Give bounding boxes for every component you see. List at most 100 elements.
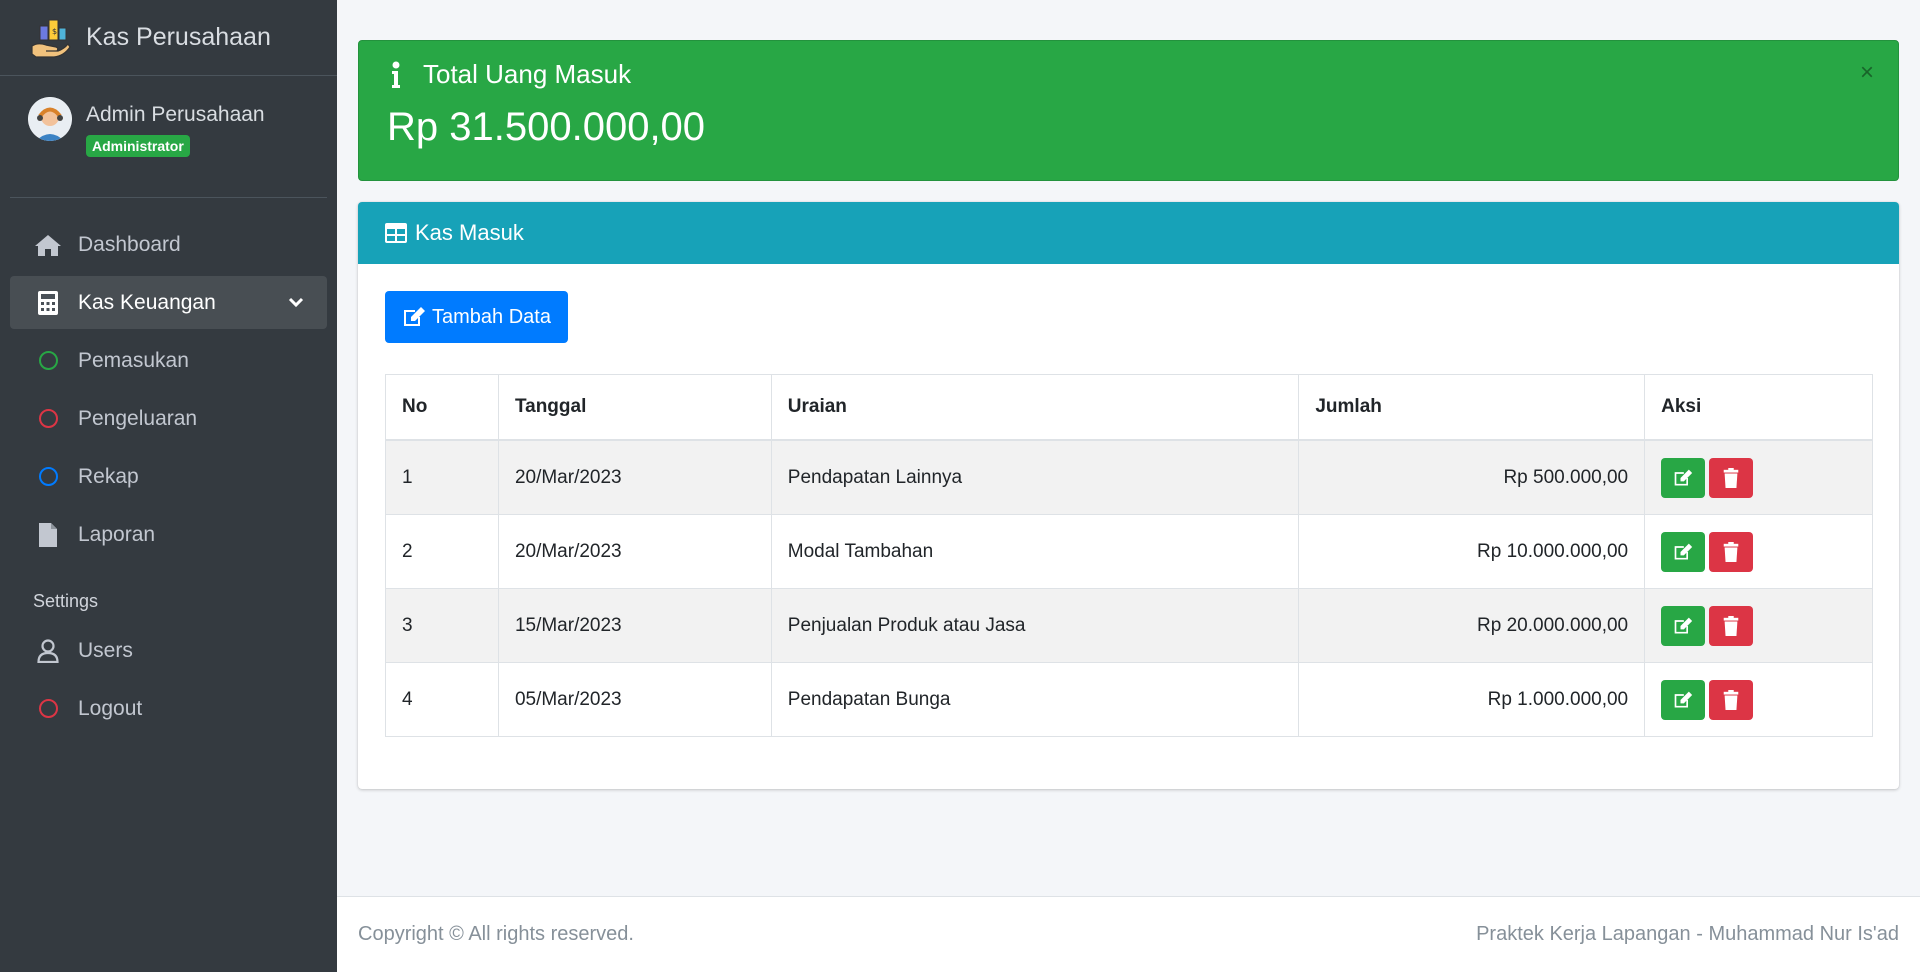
sidebar-item-label: Pengeluaran (78, 406, 198, 430)
column-header: Jumlah (1298, 374, 1646, 441)
sidebar-item-label: Users (78, 638, 133, 662)
sidebar-item-users[interactable]: Users (10, 624, 327, 677)
cell-no: 2 (385, 514, 499, 589)
content-wrapper: Total Uang Masuk Rp 31.500.000,00 × Kas … (337, 0, 1920, 972)
circle-icon (34, 463, 62, 491)
footer-credit: Praktek Kerja Lapangan - Muhammad Nur Is… (1476, 923, 1899, 945)
add-data-label: Tambah Data (432, 305, 551, 328)
cell-aksi (1644, 662, 1873, 737)
circle-icon (34, 405, 62, 433)
alert-title: Total Uang Masuk (423, 59, 632, 89)
card-title: Kas Masuk (415, 220, 524, 245)
card-header: Kas Masuk (358, 202, 1899, 264)
cell-aksi (1644, 588, 1873, 663)
cell-jumlah: Rp 500.000,00 (1298, 439, 1646, 515)
sidebar-item-laporan[interactable]: Laporan (10, 508, 327, 561)
cell-tanggal: 20/Mar/2023 (497, 514, 772, 589)
close-icon[interactable]: × (1860, 59, 1874, 87)
table-row: 4 05/Mar/2023 Pendapatan Bunga Rp 1.000.… (385, 662, 1873, 737)
sidebar-item-pemasukan[interactable]: Pemasukan (10, 334, 327, 387)
delete-button[interactable] (1709, 679, 1754, 720)
cell-uraian: Pendapatan Lainnya (770, 439, 1300, 515)
info-icon (392, 61, 400, 88)
main-footer: Copyright © All rights reserved. Praktek… (337, 896, 1920, 972)
cell-jumlah: Rp 1.000.000,00 (1298, 662, 1646, 737)
cell-aksi (1644, 514, 1873, 589)
add-data-button[interactable]: Tambah Data (385, 291, 568, 343)
edit-icon (1674, 617, 1693, 633)
circle-icon (34, 347, 62, 375)
file-icon (34, 521, 62, 549)
sidebar-item-pengeluaran[interactable]: Pengeluaran (10, 392, 327, 445)
calculator-icon (34, 289, 62, 317)
column-header: Uraian (770, 374, 1300, 441)
column-header: No (385, 374, 499, 441)
cell-no: 1 (385, 439, 499, 515)
sidebar-item-logout[interactable]: Logout (10, 682, 327, 735)
table-row: 2 20/Mar/2023 Modal Tambahan Rp 10.000.0… (385, 514, 1873, 589)
brand-link[interactable]: $ Kas Perusahaan (0, 0, 337, 76)
home-icon (34, 231, 62, 259)
sidebar-item-label: Kas Keuangan (78, 290, 216, 314)
table-icon (385, 223, 407, 243)
cell-tanggal: 20/Mar/2023 (497, 439, 772, 515)
sidebar-item-label: Logout (78, 696, 143, 720)
brand-logo-icon: $ (31, 19, 71, 58)
trash-icon (1723, 541, 1739, 562)
delete-button[interactable] (1709, 605, 1754, 646)
trash-icon (1723, 467, 1739, 488)
nav-header-settings: Settings (33, 591, 99, 611)
edit-icon (1674, 469, 1693, 485)
alert-value: Rp 31.500.000,00 (387, 105, 706, 149)
kas-masuk-table: No Tanggal Uraian Jumlah Aksi 1 20/Mar/2… (385, 374, 1873, 737)
edit-icon (1674, 691, 1693, 707)
sidebar-item-rekap[interactable]: Rekap (10, 450, 327, 503)
sidebar-nav: Dashboard Kas Keuangan Pemasukan Pengelu… (0, 218, 337, 735)
sidebar: $ Kas Perusahaan Admin Perusahaan Admini… (0, 0, 337, 972)
svg-text:$: $ (52, 27, 57, 36)
chevron-down-icon[interactable] (287, 293, 305, 311)
cell-jumlah: Rp 20.000.000,00 (1298, 588, 1646, 663)
sidebar-item-label: Rekap (78, 464, 139, 488)
edit-button[interactable] (1661, 531, 1706, 572)
edit-button[interactable] (1661, 605, 1706, 646)
cell-uraian: Penjualan Produk atau Jasa (770, 588, 1300, 663)
cell-no: 3 (385, 588, 499, 663)
edit-button[interactable] (1661, 679, 1706, 720)
circle-icon (34, 695, 62, 723)
table-row: 1 20/Mar/2023 Pendapatan Lainnya Rp 500.… (385, 439, 1873, 515)
alert-title-row: Total Uang Masuk (387, 59, 631, 90)
brand-title: Kas Perusahaan (86, 23, 271, 51)
user-avatar[interactable] (28, 97, 72, 141)
user-name[interactable]: Admin Perusahaan (86, 103, 265, 127)
cell-jumlah: Rp 10.000.000,00 (1298, 514, 1646, 589)
cell-uraian: Pendapatan Bunga (770, 662, 1300, 737)
kas-masuk-card: Kas Masuk Tambah Data No Tanggal Uraian … (358, 202, 1899, 789)
edit-icon (1674, 543, 1693, 559)
copyright-text: Copyright © All rights reserved. (358, 923, 634, 945)
cell-tanggal: 05/Mar/2023 (497, 662, 772, 737)
sidebar-item-label: Laporan (78, 522, 156, 546)
role-badge: Administrator (86, 135, 190, 157)
table-row: 3 15/Mar/2023 Penjualan Produk atau Jasa… (385, 588, 1873, 663)
sidebar-item-label: Pemasukan (78, 348, 189, 372)
edit-button[interactable] (1661, 457, 1706, 498)
sidebar-item-dashboard[interactable]: Dashboard (10, 218, 327, 271)
user-panel: Admin Perusahaan Administrator (10, 76, 327, 198)
trash-icon (1723, 615, 1739, 636)
cell-tanggal: 15/Mar/2023 (497, 588, 772, 663)
edit-icon (404, 307, 426, 326)
user-icon (34, 637, 62, 665)
cell-no: 4 (385, 662, 499, 737)
trash-icon (1723, 689, 1739, 710)
delete-button[interactable] (1709, 531, 1754, 572)
table-header-row: No Tanggal Uraian Jumlah Aksi (385, 374, 1873, 441)
sidebar-item-label: Dashboard (78, 232, 181, 256)
cell-aksi (1644, 439, 1873, 515)
total-income-alert: Total Uang Masuk Rp 31.500.000,00 × (358, 40, 1899, 181)
column-header: Aksi (1644, 374, 1873, 441)
column-header: Tanggal (497, 374, 772, 441)
cell-uraian: Modal Tambahan (770, 514, 1300, 589)
delete-button[interactable] (1709, 457, 1754, 498)
sidebar-item-kas-keuangan[interactable]: Kas Keuangan (10, 276, 327, 329)
